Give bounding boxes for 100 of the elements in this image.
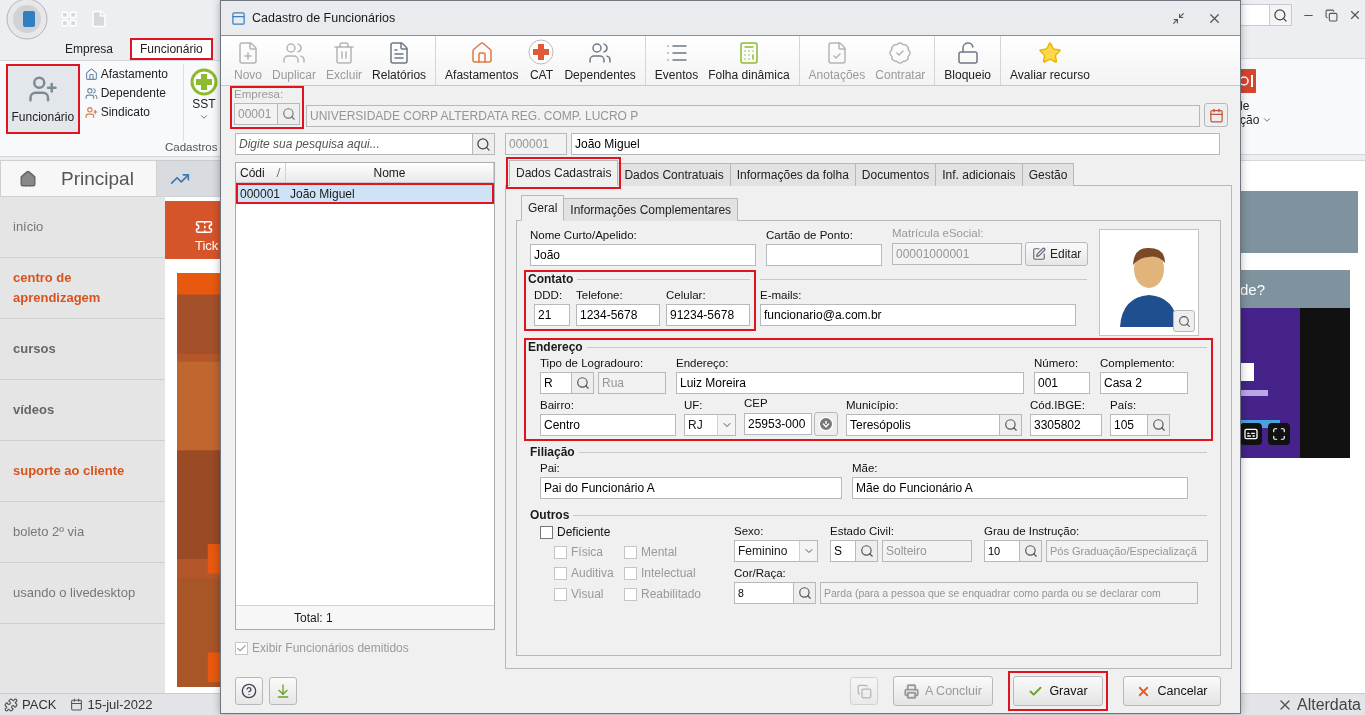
search-icon: [1023, 544, 1038, 558]
restore-icon[interactable]: [1325, 8, 1338, 22]
street-field[interactable]: Luiz Moreira: [676, 372, 1024, 394]
field-label: CEP: [744, 397, 769, 410]
people-icon: [84, 86, 98, 100]
toolbar-button[interactable]: Eventos: [649, 36, 704, 85]
fullscreen-button[interactable]: [1268, 423, 1290, 445]
close-icon[interactable]: [1348, 8, 1362, 22]
toolbar-button[interactable]: Folha dinâmica: [703, 36, 795, 85]
search-button[interactable]: [1020, 540, 1042, 562]
ribbon-button[interactable]: Afastamento: [84, 67, 168, 81]
app-logo-icon[interactable]: [6, 0, 48, 40]
house-icon: [469, 41, 494, 65]
ribbon-button[interactable]: Sindicato: [84, 105, 168, 119]
tab[interactable]: Gestão: [1021, 163, 1075, 186]
marital-status-field[interactable]: S: [830, 540, 856, 562]
street-type-field[interactable]: R: [540, 372, 572, 394]
phone-field[interactable]: 91234-5678: [666, 304, 750, 326]
search-field[interactable]: Digite sua pesquisa aqui...: [235, 133, 473, 155]
search-button[interactable]: [856, 540, 878, 562]
column-header[interactable]: Nome: [286, 163, 494, 182]
toolbar-button[interactable]: CAT: [523, 36, 560, 85]
employee-name-field[interactable]: João Miguel: [571, 133, 1220, 155]
toolbar-button[interactable]: Bloqueio: [939, 36, 997, 85]
phone-field[interactable]: 21: [534, 304, 570, 326]
ticket-tile[interactable]: Tick: [165, 201, 220, 259]
field-label: Cartão de Ponto:: [766, 229, 854, 242]
calendar-icon: [1208, 107, 1224, 123]
dropdown[interactable]: Feminino: [734, 540, 818, 562]
calendar-button[interactable]: [1204, 103, 1228, 127]
page-tab[interactable]: Principal: [0, 160, 157, 196]
total-count: Total: 1: [294, 610, 333, 625]
chart-tab[interactable]: [157, 160, 220, 196]
tab[interactable]: Informações da folha: [729, 163, 856, 186]
dropdown[interactable]: RJ: [684, 414, 736, 436]
star-icon: [1037, 41, 1062, 65]
section-title: Filiação: [530, 445, 575, 459]
edit-button[interactable]: Editar: [1025, 242, 1089, 266]
ribbon-tab[interactable]: Funcionário: [130, 38, 213, 60]
home-icon: [19, 169, 37, 188]
mother-field[interactable]: Mãe do Funcionário A: [852, 477, 1188, 499]
time-card-field[interactable]: [766, 244, 882, 266]
father-field[interactable]: Pai do Funcionário A: [540, 477, 842, 499]
city-field[interactable]: Teresópolis: [846, 414, 1000, 436]
search-button[interactable]: [1000, 414, 1022, 436]
field-label: Tipo de Logradouro:: [540, 357, 645, 370]
tab[interactable]: Geral: [521, 195, 565, 221]
search-button[interactable]: [473, 133, 495, 155]
toolbar-button[interactable]: Afastamentos: [440, 36, 524, 85]
search-button[interactable]: [794, 582, 816, 604]
help-icon: [241, 683, 257, 699]
fetch-button[interactable]: [814, 412, 838, 436]
column-header[interactable]: Códi: [236, 163, 286, 182]
number-field[interactable]: 001: [1034, 372, 1090, 394]
toolbar-button[interactable]: Dependentes: [559, 36, 641, 85]
dialog-button[interactable]: Gravar: [1013, 676, 1103, 706]
dialog-button[interactable]: Cancelar: [1123, 676, 1221, 706]
search-icon: [797, 586, 812, 600]
complement-field[interactable]: Casa 2: [1100, 372, 1188, 394]
tab[interactable]: Documentos: [854, 163, 937, 186]
status-text: PACK: [22, 697, 57, 712]
ribbon-button[interactable]: Dependente: [84, 86, 168, 100]
tab[interactable]: Dados Cadastrais: [509, 160, 619, 186]
tab[interactable]: Dados Contratuais: [617, 163, 731, 186]
export-button[interactable]: [269, 677, 297, 705]
ibge-field[interactable]: 3305802: [1030, 414, 1102, 436]
section-title: Outros: [530, 508, 570, 522]
ribbon-tab[interactable]: Empresa: [56, 38, 123, 60]
trash-icon: [332, 41, 357, 65]
search-button[interactable]: [572, 372, 594, 394]
nickname-field[interactable]: João: [530, 244, 756, 266]
zoom-button[interactable]: [1173, 310, 1195, 332]
field-label: Celular:: [666, 289, 707, 302]
phone-field[interactable]: 1234-5678: [576, 304, 660, 326]
tab[interactable]: Informações Complementares: [563, 198, 739, 221]
list-row[interactable]: 000001 João Miguel: [237, 184, 493, 203]
status-text: 15-jul-2022: [87, 697, 153, 712]
country-field[interactable]: 105: [1110, 414, 1148, 436]
calendar-icon: [70, 698, 84, 711]
search-button[interactable]: [1148, 414, 1170, 436]
field-label: Cód.IBGE:: [1030, 399, 1086, 412]
district-field[interactable]: Centro: [540, 414, 676, 436]
field-label: Município:: [846, 399, 900, 412]
field-label: País:: [1110, 399, 1138, 412]
tab[interactable]: Inf. adicionais: [935, 163, 1023, 186]
zip-field[interactable]: 25953-000: [744, 413, 812, 435]
field-label: E-mails:: [760, 289, 803, 302]
checkbox[interactable]: Deficiente: [540, 525, 714, 539]
email-field[interactable]: funcionario@a.com.br: [760, 304, 1076, 326]
help-button[interactable]: [235, 677, 263, 705]
field-label: Número:: [1034, 357, 1080, 370]
education-field[interactable]: 10: [984, 540, 1020, 562]
race-field[interactable]: 8: [734, 582, 794, 604]
search-field[interactable]: [1240, 4, 1292, 26]
ribbon-button[interactable]: Funcionário: [6, 64, 80, 134]
toolbar-button[interactable]: Relatórios: [367, 36, 432, 85]
captions-button[interactable]: [1240, 423, 1262, 445]
toolbar-button[interactable]: Avaliar recurso: [1005, 36, 1095, 85]
section-title: Endereço: [528, 340, 583, 354]
search-button[interactable]: [1269, 5, 1291, 25]
